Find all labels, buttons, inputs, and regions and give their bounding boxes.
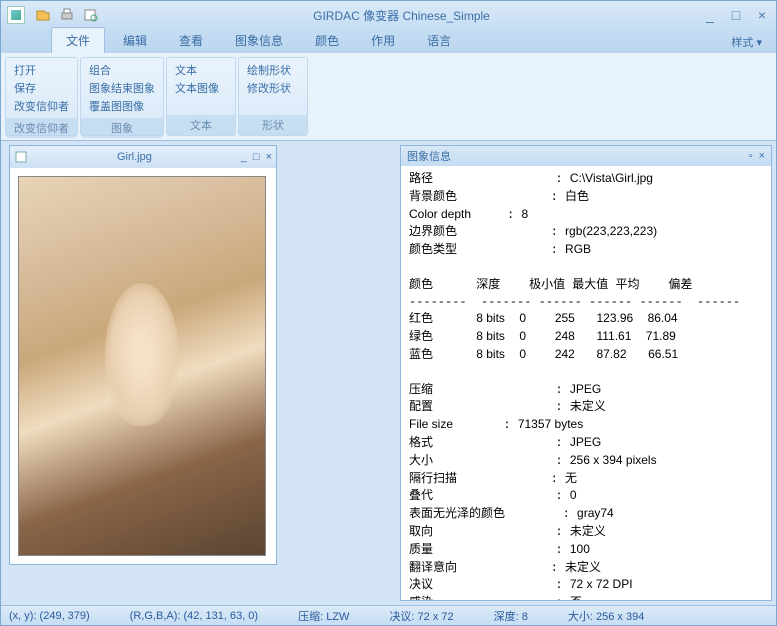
combine-button[interactable]: 组合	[89, 62, 155, 78]
minimize-button[interactable]: _	[702, 7, 718, 23]
ribbon-group-convert: 打开 保存 改变信仰者 改变信仰者	[5, 57, 78, 136]
print-icon[interactable]	[57, 5, 77, 25]
preview-icon[interactable]	[81, 5, 101, 25]
convert-button[interactable]: 改变信仰者	[14, 98, 69, 114]
info-panel-body[interactable]: 路径 : C:\Vista\Girl.jpg 背景颜色 : 白色 Color d…	[401, 166, 771, 600]
status-rgba: (R,G,B,A): (42, 131, 63, 0)	[130, 610, 258, 622]
open-icon[interactable]	[33, 5, 53, 25]
image-window-titlebar[interactable]: Girl.jpg _ □ ×	[10, 146, 276, 168]
text-image-button[interactable]: 文本图像	[175, 80, 227, 96]
image-window: Girl.jpg _ □ ×	[9, 145, 277, 565]
ribbon-group-label: 图象	[81, 118, 163, 138]
text-button[interactable]: 文本	[175, 62, 227, 78]
info-panel-title: 图象信息	[407, 148, 749, 164]
imgwin-minimize[interactable]: _	[241, 151, 247, 163]
ribbon-group-label: 形状	[239, 115, 307, 135]
tab-effect[interactable]: 作用	[357, 28, 409, 53]
ribbon-group-shape: 绘制形状 修改形状 形状	[238, 57, 308, 136]
ribbon-group-image: 组合 图象结束图象 覆盖图图像 图象	[80, 57, 164, 136]
ribbon-group-label: 文本	[167, 115, 235, 135]
info-panel-header[interactable]: 图象信息 ▫ ×	[401, 146, 771, 166]
ribbon-group-label: 改变信仰者	[6, 118, 77, 138]
draw-shape-button[interactable]: 绘制形状	[247, 62, 299, 78]
titlebar: GIRDAC 像变器 Chinese_Simple _ □ ×	[1, 1, 776, 29]
edit-shape-button[interactable]: 修改形状	[247, 80, 299, 96]
ribbon-group-text: 文本 文本图像 文本	[166, 57, 236, 136]
right-pane: 图象信息 ▫ × 路径 : C:\Vista\Girl.jpg 背景颜色 : 白…	[396, 141, 776, 605]
tab-edit[interactable]: 编辑	[109, 28, 161, 53]
imgwin-close[interactable]: ×	[266, 151, 272, 163]
ribbon-tabs: 文件 编辑 查看 图象信息 颜色 作用 语言 样式 ▾	[1, 29, 776, 53]
status-resolution: 决议: 72 x 72	[389, 608, 453, 624]
quick-access-toolbar	[33, 5, 101, 25]
status-depth: 深度: 8	[494, 608, 528, 624]
pin-icon[interactable]: ▫	[749, 150, 753, 162]
imgwin-maximize[interactable]: □	[253, 151, 260, 163]
tab-color[interactable]: 颜色	[301, 28, 353, 53]
tab-file[interactable]: 文件	[51, 27, 105, 53]
tab-language[interactable]: 语言	[413, 28, 465, 53]
window-title: GIRDAC 像变器 Chinese_Simple	[101, 7, 702, 24]
ribbon: 打开 保存 改变信仰者 改变信仰者 组合 图象结束图象 覆盖图图像 图象 文本 …	[1, 53, 776, 141]
workspace: Girl.jpg _ □ × 图象信息 ▫ ×	[1, 141, 776, 605]
status-compression: 压缩: LZW	[298, 608, 349, 624]
overlay-button[interactable]: 覆盖图图像	[89, 98, 155, 114]
style-dropdown[interactable]: 样式 ▾	[725, 32, 768, 52]
app-icon	[7, 6, 25, 24]
tab-imageinfo[interactable]: 图象信息	[221, 28, 297, 53]
image-window-title: Girl.jpg	[28, 151, 241, 163]
status-xy: (x, y): (249, 379)	[9, 610, 90, 622]
info-panel: 图象信息 ▫ × 路径 : C:\Vista\Girl.jpg 背景颜色 : 白…	[400, 145, 772, 601]
close-button[interactable]: ×	[754, 7, 770, 23]
document-icon	[14, 150, 28, 164]
statusbar: (x, y): (249, 379) (R,G,B,A): (42, 131, …	[1, 605, 776, 625]
open-button[interactable]: 打开	[14, 62, 69, 78]
image-end-button[interactable]: 图象结束图象	[89, 80, 155, 96]
tab-view[interactable]: 查看	[165, 28, 217, 53]
save-button[interactable]: 保存	[14, 80, 69, 96]
panel-close-icon[interactable]: ×	[759, 150, 765, 162]
left-pane: Girl.jpg _ □ ×	[1, 141, 396, 605]
image-content[interactable]	[18, 176, 266, 556]
status-size: 大小: 256 x 394	[568, 608, 644, 624]
maximize-button[interactable]: □	[728, 7, 744, 23]
